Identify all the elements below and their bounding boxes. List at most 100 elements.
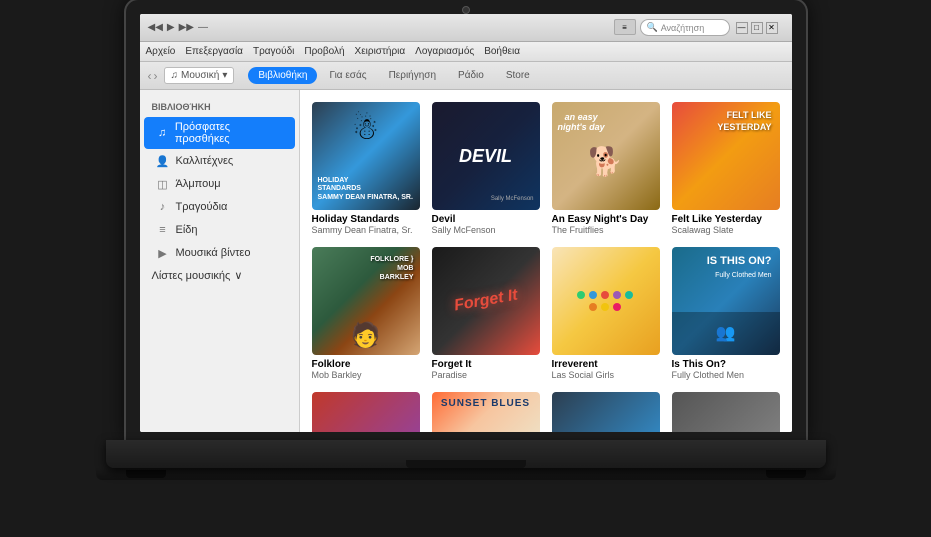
maximize-button[interactable]: □ (751, 22, 763, 34)
dot-5 (625, 291, 633, 299)
devil-art-text: DEVIL (459, 147, 512, 165)
sidebar-label-videos: Μουσικά βίντεο (176, 247, 251, 259)
videos-icon: ▶ (156, 246, 170, 260)
easynight-art-text: an easynight's day (558, 112, 605, 132)
album-title-easynight: An Easy Night's Day (552, 214, 660, 225)
felt-art-text: FELT LIKEYESTERDAY (717, 110, 771, 133)
play-button[interactable]: ▶ (167, 22, 175, 33)
sidebar-label-recent: Πρόσφατες προσθήκες (175, 121, 283, 145)
album-cover-partial1 (312, 392, 420, 432)
album-item-forgetit[interactable]: Forget It Forget It Paradise (432, 247, 540, 380)
album-item-folklore[interactable]: FOLKLORE }MOBBARKLEY 🧑 Folklore Mob Bark… (312, 247, 420, 380)
sidebar-item-recent[interactable]: ♫ Πρόσφατες προσθήκες (144, 117, 295, 149)
sidebar-playlists[interactable]: Λίστες μουσικής ∨ (140, 265, 299, 286)
forward-button[interactable]: ▶▶ (179, 22, 194, 33)
album-item-irreverent[interactable]: Irreverent Las Social Girls (552, 247, 660, 380)
sidebar-item-artists[interactable]: 👤 Καλλιτέχνες (144, 150, 295, 172)
search-icon: 🔍 (647, 22, 658, 33)
sidebar-item-videos[interactable]: ▶ Μουσικά βίντεο (144, 242, 295, 264)
album-item-partial1[interactable] (312, 392, 420, 432)
menu-arxeio[interactable]: Αρχείο (146, 46, 176, 57)
tab-bibliotheky[interactable]: Βιβλιοθήκη (248, 67, 317, 84)
rewind-button[interactable]: ◀◀ (148, 22, 163, 33)
folklore-person: 🧑 (351, 321, 381, 350)
back-arrow[interactable]: ‹ (148, 69, 152, 83)
sidebar-label-songs: Τραγούδια (176, 201, 228, 213)
album-item-partial-sunset[interactable]: SUNSET BLUES (432, 392, 540, 432)
foot-right (766, 470, 806, 478)
isthison-art-text: IS THIS ON?Fully Clothed Men (707, 255, 772, 281)
album-item-isthison[interactable]: IS THIS ON?Fully Clothed Men 👥 Is This O… (672, 247, 780, 380)
album-item-devil[interactable]: DEVIL Sally McFenson Devil Sally McFenso… (432, 102, 540, 235)
dropdown-icon: ▾ (222, 70, 227, 81)
dot-2 (589, 291, 597, 299)
album-artist-forgetit: Paradise (432, 370, 540, 380)
irreverent-art (552, 247, 660, 355)
laptop-wrapper: ◀◀ ▶ ▶▶ — ≡ 🔍 Αναζήτηση (86, 0, 846, 537)
album-item-felt[interactable]: FELT LIKEYESTERDAY Felt Like Yesterday S… (672, 102, 780, 235)
album-title-irreverent: Irreverent (552, 359, 660, 370)
partial4-art (672, 392, 780, 432)
album-cover-irreverent (552, 247, 660, 355)
search-placeholder: Αναζήτηση (661, 23, 704, 33)
forward-arrow[interactable]: › (154, 69, 158, 83)
sidebar-item-genres[interactable]: ≡ Είδη (144, 219, 295, 241)
itunes-app: ◀◀ ▶ ▶▶ — ≡ 🔍 Αναζήτηση (140, 14, 792, 432)
forgetit-art-text: Forget It (452, 287, 518, 316)
volume-icon: — (198, 22, 208, 33)
album-cover-easynight: an easynight's day 🐕 (552, 102, 660, 210)
easynight-art: an easynight's day 🐕 (552, 102, 660, 210)
album-cover-isthison: IS THIS ON?Fully Clothed Men 👥 (672, 247, 780, 355)
menu-logariasmos[interactable]: Λογαριασμός (415, 46, 474, 57)
menu-voitheia[interactable]: Βοήθεια (484, 46, 520, 57)
minimize-button[interactable]: — (736, 22, 748, 34)
menu-tragoudi[interactable]: Τραγούδι (253, 46, 294, 57)
sidebar-item-songs[interactable]: ♪ Τραγούδια (144, 196, 295, 218)
close-button[interactable]: ✕ (766, 22, 778, 34)
camera (462, 6, 470, 14)
album-item-holiday[interactable]: HOLIDAYSTANDARDSSAMMY DEAN FINATRA, SR. … (312, 102, 420, 235)
album-cover-partial4 (672, 392, 780, 432)
album-artist-felt: Scalawag Slate (672, 225, 780, 235)
nav-bar: ‹ › ♫ Μουσική ▾ Βιβλιοθήκη Για εσάς Περι… (140, 62, 792, 90)
title-bar: ◀◀ ▶ ▶▶ — ≡ 🔍 Αναζήτηση (140, 14, 792, 42)
holiday-art: HOLIDAYSTANDARDSSAMMY DEAN FINATRA, SR. (312, 102, 420, 210)
music-label-text: Μουσική (181, 70, 219, 81)
foot-left (126, 470, 166, 478)
playlists-label: Λίστες μουσικής (152, 270, 231, 282)
songs-icon: ♪ (156, 200, 170, 214)
tab-gia-esas[interactable]: Για εσάς (319, 67, 376, 84)
tab-store[interactable]: Store (496, 67, 540, 84)
album-cover-devil: DEVIL Sally McFenson (432, 102, 540, 210)
devil-art-sub: Sally McFenson (491, 196, 534, 202)
sidebar-item-albums[interactable]: ◫ Άλμπουμ (144, 173, 295, 195)
album-cover-partial-sunset: SUNSET BLUES (432, 392, 540, 432)
dot-8 (613, 303, 621, 311)
album-item-partial3[interactable] (552, 392, 660, 432)
sidebar: Βιβλιοθήκη ♫ Πρόσφατες προσθήκες 👤 Καλλι… (140, 90, 300, 432)
nav-tabs: Βιβλιοθήκη Για εσάς Περιήγηση Ράδιο Stor… (248, 67, 539, 84)
felt-art: FELT LIKEYESTERDAY (672, 102, 780, 210)
album-artist-folklore: Mob Barkley (312, 370, 420, 380)
menu-xeiristiria[interactable]: Χειριστήρια (355, 46, 406, 57)
album-item-partial4[interactable] (672, 392, 780, 432)
recent-icon: ♫ (156, 126, 169, 140)
tab-periigisi[interactable]: Περιήγηση (379, 67, 446, 84)
search-box[interactable]: 🔍 Αναζήτηση (640, 19, 730, 36)
partial1-art (312, 392, 420, 432)
forgetit-art: Forget It (432, 247, 540, 355)
grid-view-button[interactable]: ≡ (614, 19, 636, 35)
sidebar-label-genres: Είδη (176, 224, 198, 236)
menu-epexergasia[interactable]: Επεξεργασία (185, 46, 243, 57)
laptop-feet (96, 468, 836, 480)
folklore-art-text: FOLKLORE }MOBBARKLEY (370, 255, 413, 282)
nav-music-label[interactable]: ♫ Μουσική ▾ (164, 67, 235, 84)
album-item-easynight[interactable]: an easynight's day 🐕 An Easy Night's Day… (552, 102, 660, 235)
menu-provoli[interactable]: Προβολή (304, 46, 344, 57)
nav-arrows: ‹ › (148, 69, 158, 83)
album-title-devil: Devil (432, 214, 540, 225)
dot-4 (613, 291, 621, 299)
album-artist-irreverent: Las Social Girls (552, 370, 660, 380)
tab-radio[interactable]: Ράδιο (448, 67, 494, 84)
album-grid: HOLIDAYSTANDARDSSAMMY DEAN FINATRA, SR. … (312, 102, 780, 432)
